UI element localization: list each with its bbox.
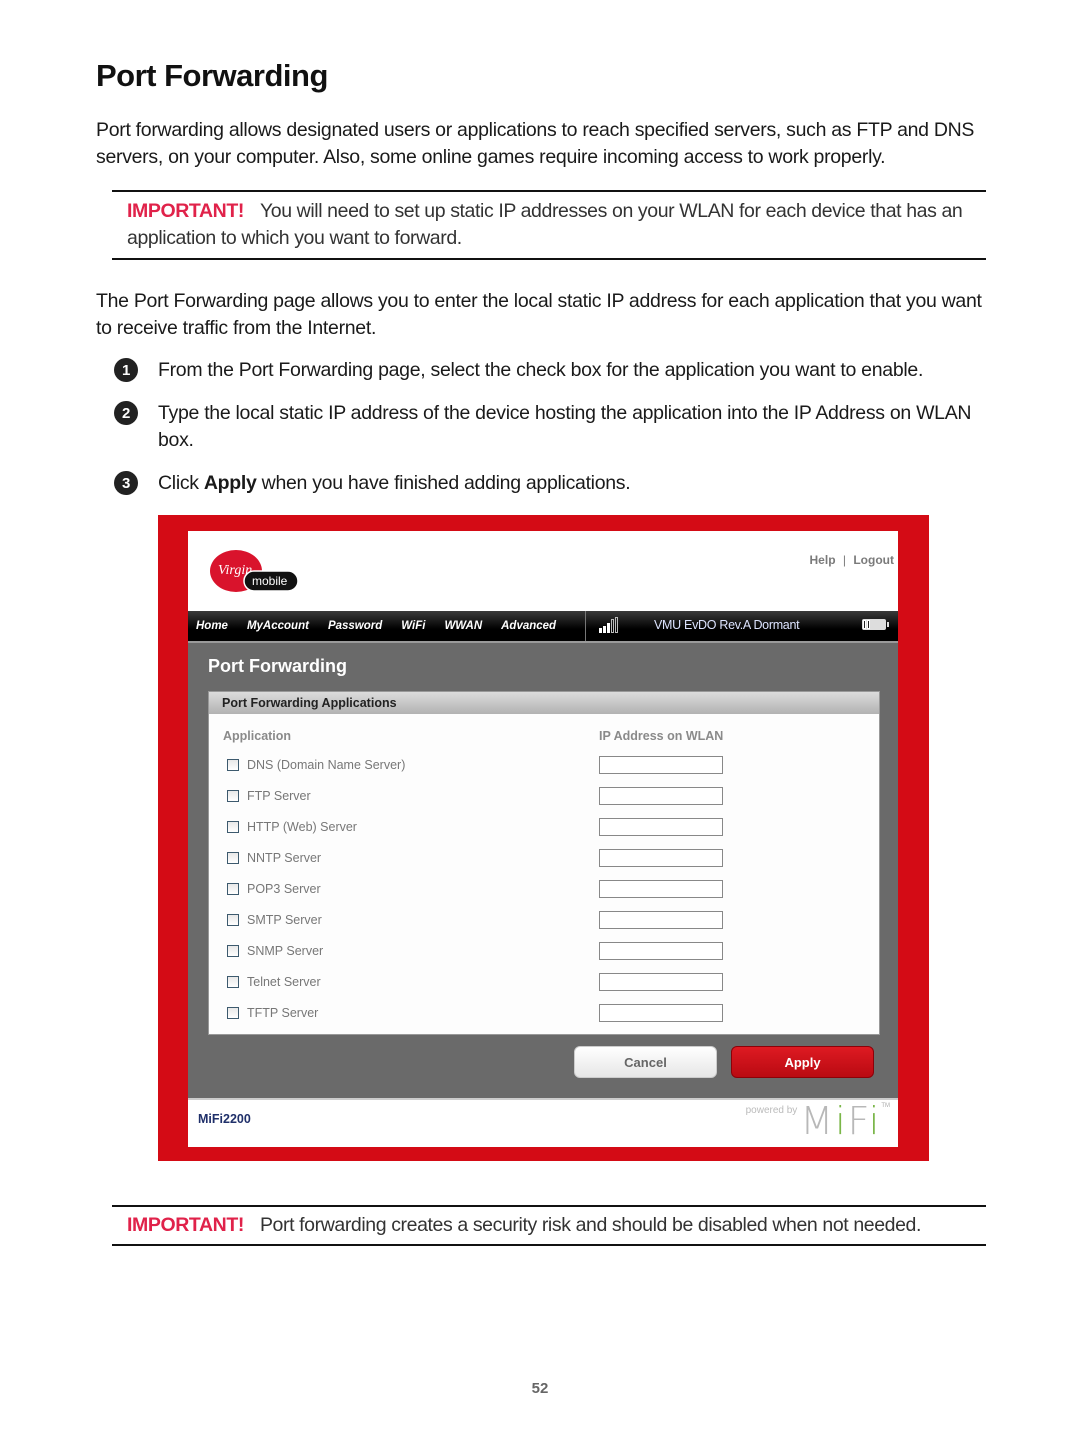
application-row: NNTP Server <box>227 850 321 866</box>
nav-myaccount[interactable]: MyAccount <box>247 620 309 632</box>
port-forwarding-panel: Port Forwarding Applications Application… <box>208 691 880 1035</box>
battery-icon <box>862 619 889 630</box>
nav-advanced[interactable]: Advanced <box>501 620 556 632</box>
step-text: Type the local static IP address of the … <box>158 402 972 451</box>
footer: MiFi2200 powered by MiFi TM <box>188 1098 898 1147</box>
application-checkbox[interactable] <box>227 976 239 988</box>
svg-text:mobile: mobile <box>252 574 288 588</box>
application-label: SNMP Server <box>247 944 324 958</box>
nav-bar: Home MyAccount Password WiFi WWAN Advanc… <box>188 611 898 643</box>
nav-wwan[interactable]: WWAN <box>444 620 482 632</box>
ip-address-input[interactable] <box>599 973 723 991</box>
battery-cell <box>867 620 870 629</box>
page-number: 52 <box>531 1380 549 1397</box>
intro-paragraph: Port forwarding allows designated users … <box>96 119 975 168</box>
nav-divider <box>585 611 586 641</box>
ip-address-input[interactable] <box>599 756 723 774</box>
column-header-ip: IP Address on WLAN <box>599 729 724 743</box>
application-label: HTTP (Web) Server <box>247 820 357 834</box>
important-label: IMPORTANT! <box>127 200 244 222</box>
important-text: You will need to set up static IP addres… <box>127 200 963 249</box>
application-checkbox[interactable] <box>227 883 239 895</box>
battery-cell <box>863 620 866 629</box>
signal-bar <box>611 619 614 633</box>
router-admin-page: Virgin mobile Help | Logout Home MyAccou… <box>188 531 898 1147</box>
ip-address-input[interactable] <box>599 849 723 867</box>
application-label: NNTP Server <box>247 851 322 865</box>
ip-address-input[interactable] <box>599 911 723 929</box>
application-row: DNS (Domain Name Server) <box>227 757 405 773</box>
step-1: 1 From the Port Forwarding page, select … <box>114 357 994 384</box>
nav-wifi[interactable]: WiFi <box>401 620 425 632</box>
important-note-static-ip: IMPORTANT! You will need to set up static… <box>112 190 986 260</box>
header: Virgin mobile Help | Logout <box>188 531 898 611</box>
nav-menu: Home MyAccount Password WiFi WWAN Advanc… <box>196 611 575 641</box>
apply-button[interactable]: Apply <box>731 1046 874 1078</box>
device-model: MiFi2200 <box>198 1112 251 1126</box>
ip-address-input[interactable] <box>599 1004 723 1022</box>
application-row: POP3 Server <box>227 881 321 897</box>
step-number-icon: 1 <box>114 358 138 382</box>
nav-password[interactable]: Password <box>328 620 382 632</box>
virgin-mobile-logo: Virgin mobile <box>210 550 299 592</box>
ip-address-input[interactable] <box>599 787 723 805</box>
signal-strength-icon <box>599 617 618 633</box>
application-label: POP3 Server <box>247 882 321 896</box>
step-number-icon: 3 <box>114 471 138 495</box>
application-row: HTTP (Web) Server <box>227 819 357 835</box>
application-row: FTP Server <box>227 788 311 804</box>
panel-title: Port Forwarding Applications <box>209 692 879 714</box>
step-2: 2 Type the local static IP address of th… <box>114 400 994 454</box>
application-row: SNMP Server <box>227 943 323 959</box>
application-label: DNS (Domain Name Server) <box>247 758 406 772</box>
application-checkbox[interactable] <box>227 821 239 833</box>
important-label: IMPORTANT! <box>127 1214 244 1236</box>
application-row: SMTP Server <box>227 912 322 928</box>
application-checkbox[interactable] <box>227 852 239 864</box>
application-checkbox[interactable] <box>227 945 239 957</box>
step-number-icon: 2 <box>114 401 138 425</box>
link-separator: | <box>842 553 846 567</box>
ip-address-input[interactable] <box>599 818 723 836</box>
connection-status: VMU EvDO Rev.A Dormant <box>654 618 800 632</box>
application-row: TFTP Server <box>227 1005 318 1021</box>
step-text: Click Apply when you have finished addin… <box>158 472 631 494</box>
ip-address-input[interactable] <box>599 942 723 960</box>
ip-address-input[interactable] <box>599 880 723 898</box>
signal-bar <box>607 623 610 633</box>
apply-reference: Apply <box>203 472 257 494</box>
content-area: Port Forwarding Port Forwarding Applicat… <box>188 643 898 1098</box>
signal-bar <box>615 617 618 633</box>
application-row: Telnet Server <box>227 974 321 990</box>
nav-home[interactable]: Home <box>196 620 228 632</box>
application-checkbox[interactable] <box>227 790 239 802</box>
application-checkbox[interactable] <box>227 914 239 926</box>
column-header-application: Application <box>223 729 292 743</box>
header-links: Help | Logout <box>810 553 894 567</box>
page-title: Port Forwarding <box>96 58 328 93</box>
help-link[interactable]: Help <box>810 553 836 567</box>
application-label: SMTP Server <box>247 913 322 927</box>
mifi-logo: powered by MiFi TM <box>745 1099 890 1143</box>
application-checkbox[interactable] <box>227 759 239 771</box>
screenshot-frame: Virgin mobile Help | Logout Home MyAccou… <box>158 515 929 1161</box>
application-label: Telnet Server <box>247 975 321 989</box>
signal-bar <box>603 626 606 633</box>
signal-bar <box>599 628 602 633</box>
application-label: TFTP Server <box>247 1006 319 1020</box>
cancel-button[interactable]: Cancel <box>574 1046 717 1078</box>
screen-heading: Port Forwarding <box>208 656 347 676</box>
important-note-security: IMPORTANT! Port forwarding creates a secu… <box>112 1205 986 1246</box>
step-text: From the Port Forwarding page, select th… <box>158 359 924 381</box>
logout-link[interactable]: Logout <box>853 553 894 567</box>
application-label: FTP Server <box>247 789 311 803</box>
application-checkbox[interactable] <box>227 1007 239 1019</box>
important-text: Port forwarding creates a security risk … <box>259 1214 922 1236</box>
description-paragraph: The Port Forwarding page allows you to e… <box>96 290 982 339</box>
step-3: 3 Click Apply when you have finished add… <box>114 470 994 497</box>
